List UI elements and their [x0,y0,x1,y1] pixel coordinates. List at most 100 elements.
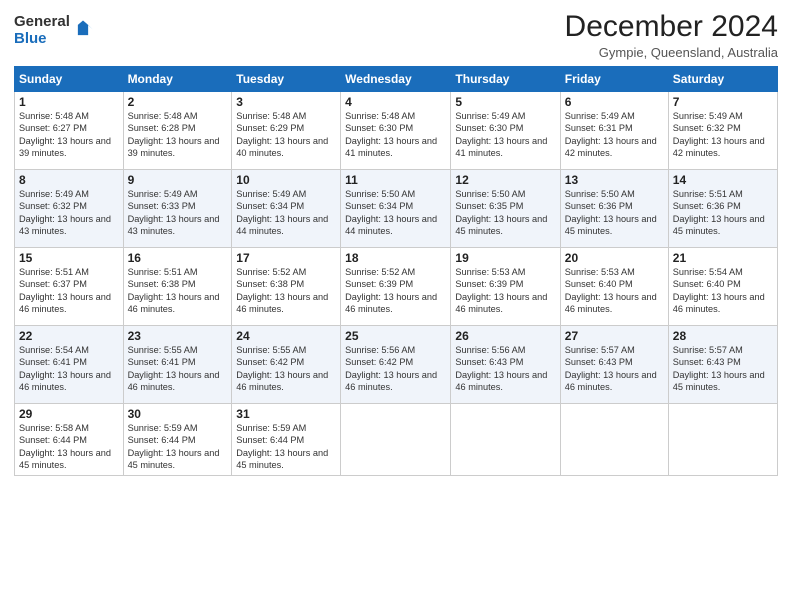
table-row: 12 Sunrise: 5:50 AMSunset: 6:35 PMDaylig… [451,170,560,248]
day-info: Sunrise: 5:59 AMSunset: 6:44 PMDaylight:… [236,423,328,470]
col-thursday: Thursday [451,67,560,92]
day-number: 3 [236,95,336,109]
logo-blue: Blue [14,31,70,48]
calendar-table: Sunday Monday Tuesday Wednesday Thursday… [14,66,778,476]
table-row [668,404,777,476]
day-info: Sunrise: 5:51 AMSunset: 6:37 PMDaylight:… [19,267,111,314]
table-row: 16 Sunrise: 5:51 AMSunset: 6:38 PMDaylig… [123,248,232,326]
table-row: 31 Sunrise: 5:59 AMSunset: 6:44 PMDaylig… [232,404,341,476]
table-row: 29 Sunrise: 5:58 AMSunset: 6:44 PMDaylig… [15,404,124,476]
day-number: 18 [345,251,446,265]
day-number: 28 [673,329,773,343]
day-number: 13 [565,173,664,187]
day-info: Sunrise: 5:54 AMSunset: 6:41 PMDaylight:… [19,345,111,392]
day-number: 5 [455,95,555,109]
day-number: 8 [19,173,119,187]
day-info: Sunrise: 5:49 AMSunset: 6:33 PMDaylight:… [128,189,220,236]
day-number: 1 [19,95,119,109]
logo-icon [72,19,94,41]
day-info: Sunrise: 5:48 AMSunset: 6:28 PMDaylight:… [128,111,220,158]
day-info: Sunrise: 5:52 AMSunset: 6:39 PMDaylight:… [345,267,437,314]
calendar-header-row: Sunday Monday Tuesday Wednesday Thursday… [15,67,778,92]
day-info: Sunrise: 5:59 AMSunset: 6:44 PMDaylight:… [128,423,220,470]
table-row: 21 Sunrise: 5:54 AMSunset: 6:40 PMDaylig… [668,248,777,326]
day-number: 7 [673,95,773,109]
day-number: 26 [455,329,555,343]
table-row: 23 Sunrise: 5:55 AMSunset: 6:41 PMDaylig… [123,326,232,404]
day-number: 17 [236,251,336,265]
table-row: 25 Sunrise: 5:56 AMSunset: 6:42 PMDaylig… [341,326,451,404]
day-info: Sunrise: 5:48 AMSunset: 6:30 PMDaylight:… [345,111,437,158]
day-number: 6 [565,95,664,109]
table-row: 18 Sunrise: 5:52 AMSunset: 6:39 PMDaylig… [341,248,451,326]
table-row [341,404,451,476]
day-number: 10 [236,173,336,187]
table-row: 10 Sunrise: 5:49 AMSunset: 6:34 PMDaylig… [232,170,341,248]
day-info: Sunrise: 5:51 AMSunset: 6:36 PMDaylight:… [673,189,765,236]
day-number: 16 [128,251,228,265]
col-friday: Friday [560,67,668,92]
table-row: 28 Sunrise: 5:57 AMSunset: 6:43 PMDaylig… [668,326,777,404]
logo-general: General [14,14,70,31]
table-row: 26 Sunrise: 5:56 AMSunset: 6:43 PMDaylig… [451,326,560,404]
day-info: Sunrise: 5:49 AMSunset: 6:34 PMDaylight:… [236,189,328,236]
table-row: 14 Sunrise: 5:51 AMSunset: 6:36 PMDaylig… [668,170,777,248]
day-info: Sunrise: 5:49 AMSunset: 6:32 PMDaylight:… [19,189,111,236]
day-info: Sunrise: 5:54 AMSunset: 6:40 PMDaylight:… [673,267,765,314]
col-sunday: Sunday [15,67,124,92]
day-number: 20 [565,251,664,265]
table-row: 15 Sunrise: 5:51 AMSunset: 6:37 PMDaylig… [15,248,124,326]
day-number: 27 [565,329,664,343]
day-info: Sunrise: 5:50 AMSunset: 6:35 PMDaylight:… [455,189,547,236]
day-number: 22 [19,329,119,343]
day-info: Sunrise: 5:57 AMSunset: 6:43 PMDaylight:… [673,345,765,392]
table-row: 2 Sunrise: 5:48 AMSunset: 6:28 PMDayligh… [123,92,232,170]
table-row: 4 Sunrise: 5:48 AMSunset: 6:30 PMDayligh… [341,92,451,170]
day-number: 30 [128,407,228,421]
day-info: Sunrise: 5:56 AMSunset: 6:43 PMDaylight:… [455,345,547,392]
table-row: 1 Sunrise: 5:48 AMSunset: 6:27 PMDayligh… [15,92,124,170]
table-row: 3 Sunrise: 5:48 AMSunset: 6:29 PMDayligh… [232,92,341,170]
table-row: 22 Sunrise: 5:54 AMSunset: 6:41 PMDaylig… [15,326,124,404]
col-wednesday: Wednesday [341,67,451,92]
logo-text: General Blue [14,14,70,47]
table-row: 9 Sunrise: 5:49 AMSunset: 6:33 PMDayligh… [123,170,232,248]
day-info: Sunrise: 5:53 AMSunset: 6:40 PMDaylight:… [565,267,657,314]
col-saturday: Saturday [668,67,777,92]
logo: General Blue [14,14,94,47]
day-info: Sunrise: 5:51 AMSunset: 6:38 PMDaylight:… [128,267,220,314]
day-info: Sunrise: 5:49 AMSunset: 6:32 PMDaylight:… [673,111,765,158]
day-number: 2 [128,95,228,109]
day-info: Sunrise: 5:53 AMSunset: 6:39 PMDaylight:… [455,267,547,314]
day-number: 24 [236,329,336,343]
day-number: 15 [19,251,119,265]
table-row: 19 Sunrise: 5:53 AMSunset: 6:39 PMDaylig… [451,248,560,326]
table-row: 27 Sunrise: 5:57 AMSunset: 6:43 PMDaylig… [560,326,668,404]
day-info: Sunrise: 5:50 AMSunset: 6:34 PMDaylight:… [345,189,437,236]
table-row: 30 Sunrise: 5:59 AMSunset: 6:44 PMDaylig… [123,404,232,476]
day-info: Sunrise: 5:57 AMSunset: 6:43 PMDaylight:… [565,345,657,392]
day-info: Sunrise: 5:58 AMSunset: 6:44 PMDaylight:… [19,423,111,470]
table-row: 8 Sunrise: 5:49 AMSunset: 6:32 PMDayligh… [15,170,124,248]
table-row: 17 Sunrise: 5:52 AMSunset: 6:38 PMDaylig… [232,248,341,326]
table-row: 5 Sunrise: 5:49 AMSunset: 6:30 PMDayligh… [451,92,560,170]
day-info: Sunrise: 5:48 AMSunset: 6:29 PMDaylight:… [236,111,328,158]
day-number: 23 [128,329,228,343]
day-info: Sunrise: 5:55 AMSunset: 6:41 PMDaylight:… [128,345,220,392]
col-monday: Monday [123,67,232,92]
table-row: 11 Sunrise: 5:50 AMSunset: 6:34 PMDaylig… [341,170,451,248]
table-row: 7 Sunrise: 5:49 AMSunset: 6:32 PMDayligh… [668,92,777,170]
subtitle: Gympie, Queensland, Australia [565,45,778,60]
day-number: 19 [455,251,555,265]
table-row: 13 Sunrise: 5:50 AMSunset: 6:36 PMDaylig… [560,170,668,248]
table-row: 20 Sunrise: 5:53 AMSunset: 6:40 PMDaylig… [560,248,668,326]
table-row: 24 Sunrise: 5:55 AMSunset: 6:42 PMDaylig… [232,326,341,404]
day-number: 4 [345,95,446,109]
main-title: December 2024 [565,10,778,43]
header: General Blue December 2024 Gympie, Queen… [14,10,778,60]
page: General Blue December 2024 Gympie, Queen… [0,0,792,612]
table-row [560,404,668,476]
col-tuesday: Tuesday [232,67,341,92]
day-number: 31 [236,407,336,421]
day-number: 21 [673,251,773,265]
